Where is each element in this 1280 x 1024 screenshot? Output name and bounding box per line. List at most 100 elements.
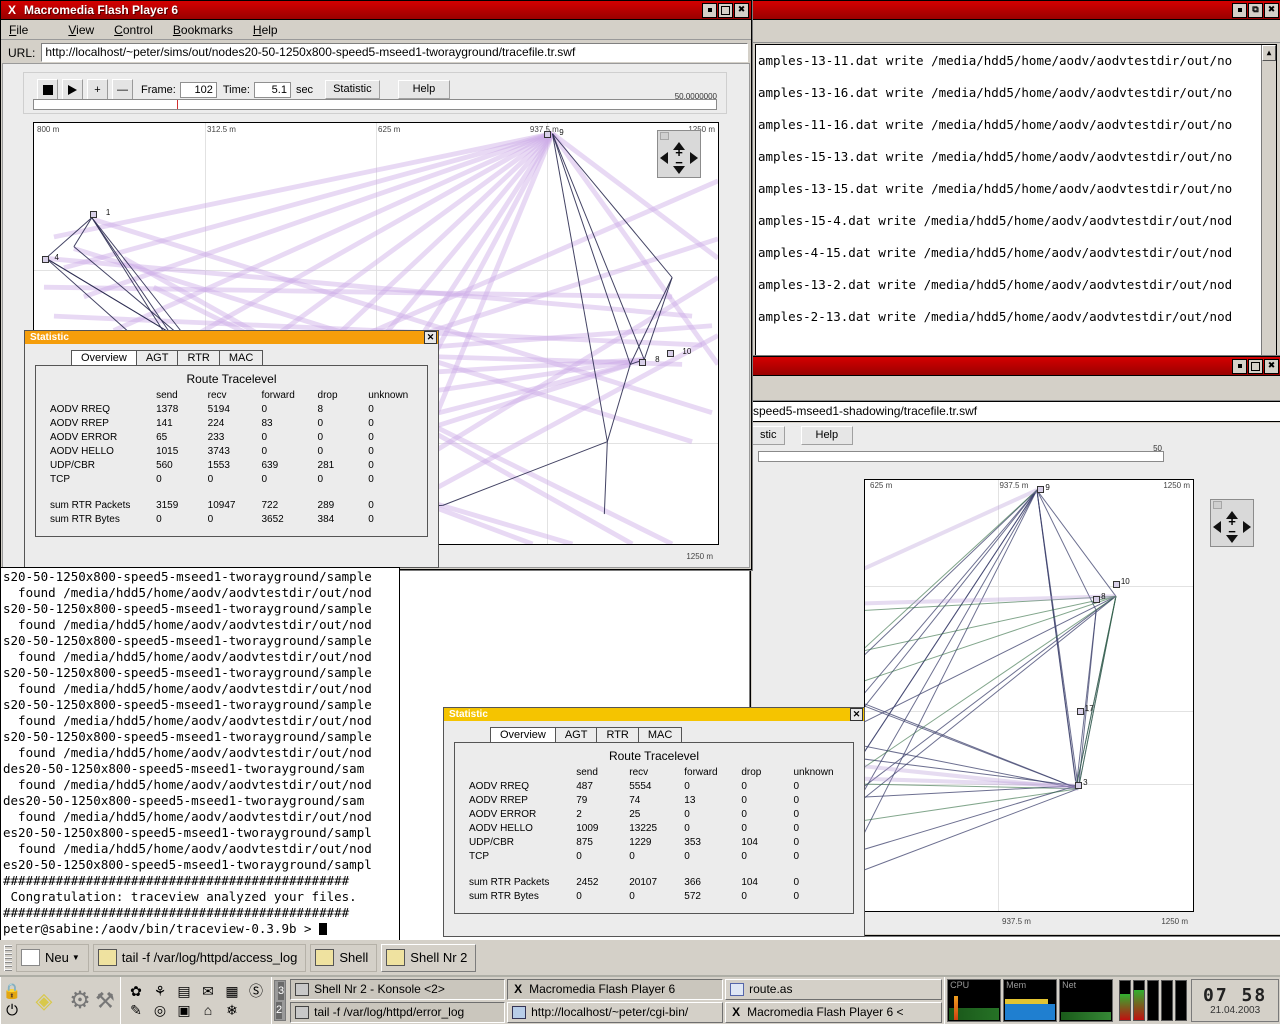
volume-meters[interactable] — [1115, 977, 1191, 1024]
lock-icon[interactable]: 🔒 — [1, 981, 23, 1001]
tab-rtr[interactable]: RTR — [596, 727, 639, 742]
system-monitors[interactable]: CPU Mem Net — [945, 977, 1115, 1024]
pan-left-icon[interactable] — [1213, 521, 1221, 533]
pan-zoom-widget-2[interactable]: + − — [1210, 499, 1254, 547]
url-input[interactable]: http://localhost/~peter/sims/out/nodes20… — [41, 43, 748, 62]
restore-icon[interactable]: ⧉ — [1248, 2, 1263, 18]
close-icon[interactable]: ✕ — [850, 708, 863, 721]
vu-meter-4[interactable] — [1161, 980, 1174, 1021]
zoom-in-out-icons[interactable]: + − — [1225, 515, 1239, 538]
app-graphics-icon[interactable]: ▦ — [221, 982, 243, 1001]
tab-overview[interactable]: Overview — [71, 350, 137, 365]
lock-logout-group[interactable]: 🔒 ⏻ — [1, 977, 23, 1024]
tools-icon[interactable]: ⚒ — [94, 988, 116, 1013]
task-tail-error-log[interactable]: tail -f /var/log/httpd/error_log — [290, 1001, 506, 1023]
clock-area[interactable]: 07 58 21.04.2003 ▶ — [1191, 977, 1280, 1024]
quick-launch-group-1[interactable]: ⚙ ⚒ — [65, 977, 120, 1024]
cpu-monitor[interactable]: CPU — [947, 979, 1002, 1022]
left-terminal-window[interactable]: s20-50-1250x800-speed5-mseed1-tworaygrou… — [0, 567, 400, 942]
right-terminal-scrollbar[interactable]: ▲ — [1261, 45, 1276, 355]
vu-meter-3[interactable] — [1147, 980, 1160, 1021]
screen-icon[interactable]: ▣ — [173, 1001, 195, 1020]
task-macromedia-flash-player-6[interactable]: X Macromedia Flash Player 6 — [507, 978, 724, 1000]
close-icon[interactable]: ✖ — [1264, 358, 1279, 374]
taskbar-item-tail-access-log[interactable]: tail -f /var/log/httpd/access_log — [92, 943, 307, 972]
timeline-track[interactable] — [33, 99, 717, 110]
vu-meter-5[interactable] — [1175, 980, 1188, 1021]
taskbar-item-shell[interactable]: Shell — [310, 943, 378, 972]
logout-icon[interactable]: ⏻ — [1, 1001, 23, 1021]
app-compass-icon[interactable]: ⚘ — [149, 982, 171, 1001]
maximize-icon[interactable] — [1248, 358, 1263, 374]
zoom-in-out-icons[interactable]: + − — [672, 146, 686, 169]
memory-monitor[interactable]: Mem — [1003, 979, 1058, 1022]
drag-grip[interactable] — [1213, 501, 1222, 509]
right-terminal-titlebar[interactable]: ⧉ ✖ — [753, 1, 1280, 20]
drag-grip[interactable] — [660, 132, 669, 140]
terminal-prompt-line[interactable]: peter@sabine:/aodv/bin/traceview-0.3.9b … — [1, 921, 399, 937]
menu-bookmarks[interactable]: Bookmarks — [173, 23, 233, 37]
statistic1-tabs[interactable]: Overview AGT RTR MAC — [25, 350, 438, 365]
app-mail-icon[interactable]: ✉ — [197, 982, 219, 1001]
app-gimp-icon[interactable]: ✿ — [125, 982, 147, 1001]
flash1-window-buttons[interactable]: ✖ — [702, 2, 749, 18]
flash1-url-bar[interactable]: URL: http://localhost/~peter/sims/out/no… — [1, 40, 751, 65]
app-browser-icon[interactable]: Ⓢ — [245, 982, 267, 1001]
pan-right-icon[interactable] — [1243, 521, 1251, 533]
tab-agt[interactable]: AGT — [135, 350, 179, 365]
statistic2-titlebar[interactable]: Statistic ✕ — [444, 708, 864, 721]
snowflake-icon[interactable]: ❄ — [221, 1001, 243, 1020]
timeline-playhead[interactable] — [177, 100, 179, 109]
statistic-dialog-2[interactable]: Statistic ✕ Overview AGT RTR MAC Route T… — [443, 707, 865, 937]
statistic2-tabs[interactable]: Overview AGT RTR MAC — [444, 727, 864, 742]
right-terminal-menubar[interactable] — [753, 20, 1280, 43]
task-row-2[interactable]: tail -f /var/log/httpd/error_log http://… — [290, 1001, 943, 1023]
vu-meter-2[interactable] — [1133, 980, 1146, 1021]
panel-grip-3[interactable] — [271, 977, 272, 1024]
pager-desktop-4[interactable] — [283, 1000, 286, 1020]
flash2-timeline-track[interactable] — [758, 451, 1164, 462]
pencil-icon[interactable]: ✎ — [125, 1001, 147, 1020]
task-row-1[interactable]: Shell Nr 2 - Konsole <2> X Macromedia Fl… — [290, 978, 943, 1000]
statistic1-titlebar[interactable]: Statistic ✕ — [25, 331, 438, 344]
node-marker[interactable] — [1074, 781, 1082, 789]
task-konqueror-localhost[interactable]: http://localhost/~peter/cgi-bin/ — [507, 1001, 724, 1023]
clock-widget[interactable]: 07 58 21.04.2003 — [1191, 979, 1280, 1022]
menu-help[interactable]: Help — [253, 23, 278, 37]
node-marker[interactable] — [90, 211, 98, 219]
minimize-icon[interactable] — [702, 2, 717, 18]
tab-mac[interactable]: MAC — [637, 727, 683, 742]
pan-right-icon[interactable] — [690, 152, 698, 164]
taskbar-grip[interactable] — [4, 944, 12, 971]
node-marker[interactable] — [42, 255, 50, 263]
tab-overview[interactable]: Overview — [490, 727, 556, 742]
taskbar-item-new[interactable]: Neu ▼ — [16, 943, 89, 972]
app-editor-icon[interactable]: ▤ — [173, 982, 195, 1001]
task-macromedia-flash-player-6-b[interactable]: X Macromedia Flash Player 6 < — [725, 1001, 943, 1023]
close-icon[interactable]: ✖ — [734, 2, 749, 18]
right-terminal-window-buttons[interactable]: ⧉ ✖ — [1232, 2, 1279, 18]
task-route-as[interactable]: route.as — [725, 978, 943, 1000]
node-marker[interactable] — [1092, 595, 1100, 603]
maximize-icon[interactable] — [718, 2, 733, 18]
pager-desktop-2[interactable]: 2 — [275, 1000, 284, 1020]
taskbar-bottom-row[interactable]: 🔒 ⏻ ◈ ⚙ ⚒ ✿ ⚘ ▤ ✉ ▦ Ⓢ ✎ ◎ ▣ ⌂ ❄ 3 2 Shel… — [0, 977, 1280, 1024]
quick-launch-group-2[interactable]: ✿ ⚘ ▤ ✉ ▦ Ⓢ ✎ ◎ ▣ ⌂ ❄ — [121, 977, 271, 1024]
taskbar-item-shell-nr-2[interactable]: Shell Nr 2 — [381, 943, 477, 972]
minimize-icon[interactable] — [1232, 2, 1247, 18]
chevron-down-icon[interactable]: ▼ — [72, 953, 80, 962]
tab-agt[interactable]: AGT — [554, 727, 598, 742]
menu-file[interactable]: File — [9, 23, 48, 37]
spiral-icon[interactable]: ◎ — [149, 1001, 171, 1020]
pan-zoom-widget-1[interactable]: + − — [657, 130, 701, 178]
flash2-help-button[interactable]: Help — [800, 426, 854, 445]
tab-rtr[interactable]: RTR — [177, 350, 220, 365]
kmenu-icon[interactable]: ◈ — [27, 986, 61, 1016]
desktop-pager[interactable]: 3 2 — [274, 980, 287, 1021]
flash2-window-buttons[interactable]: ✖ — [1232, 358, 1279, 374]
node-marker[interactable] — [1112, 581, 1120, 589]
kmenu-group[interactable]: ◈ — [23, 977, 65, 1024]
home-icon[interactable]: ⌂ — [197, 1001, 219, 1020]
right-terminal-window[interactable]: ⧉ ✖ amples-13-11.dat write /media/hdd5/h… — [752, 0, 1280, 360]
flash2-url-field[interactable]: speed5-mseed1-shadowing/tracefile.tr.swf — [751, 401, 1280, 422]
